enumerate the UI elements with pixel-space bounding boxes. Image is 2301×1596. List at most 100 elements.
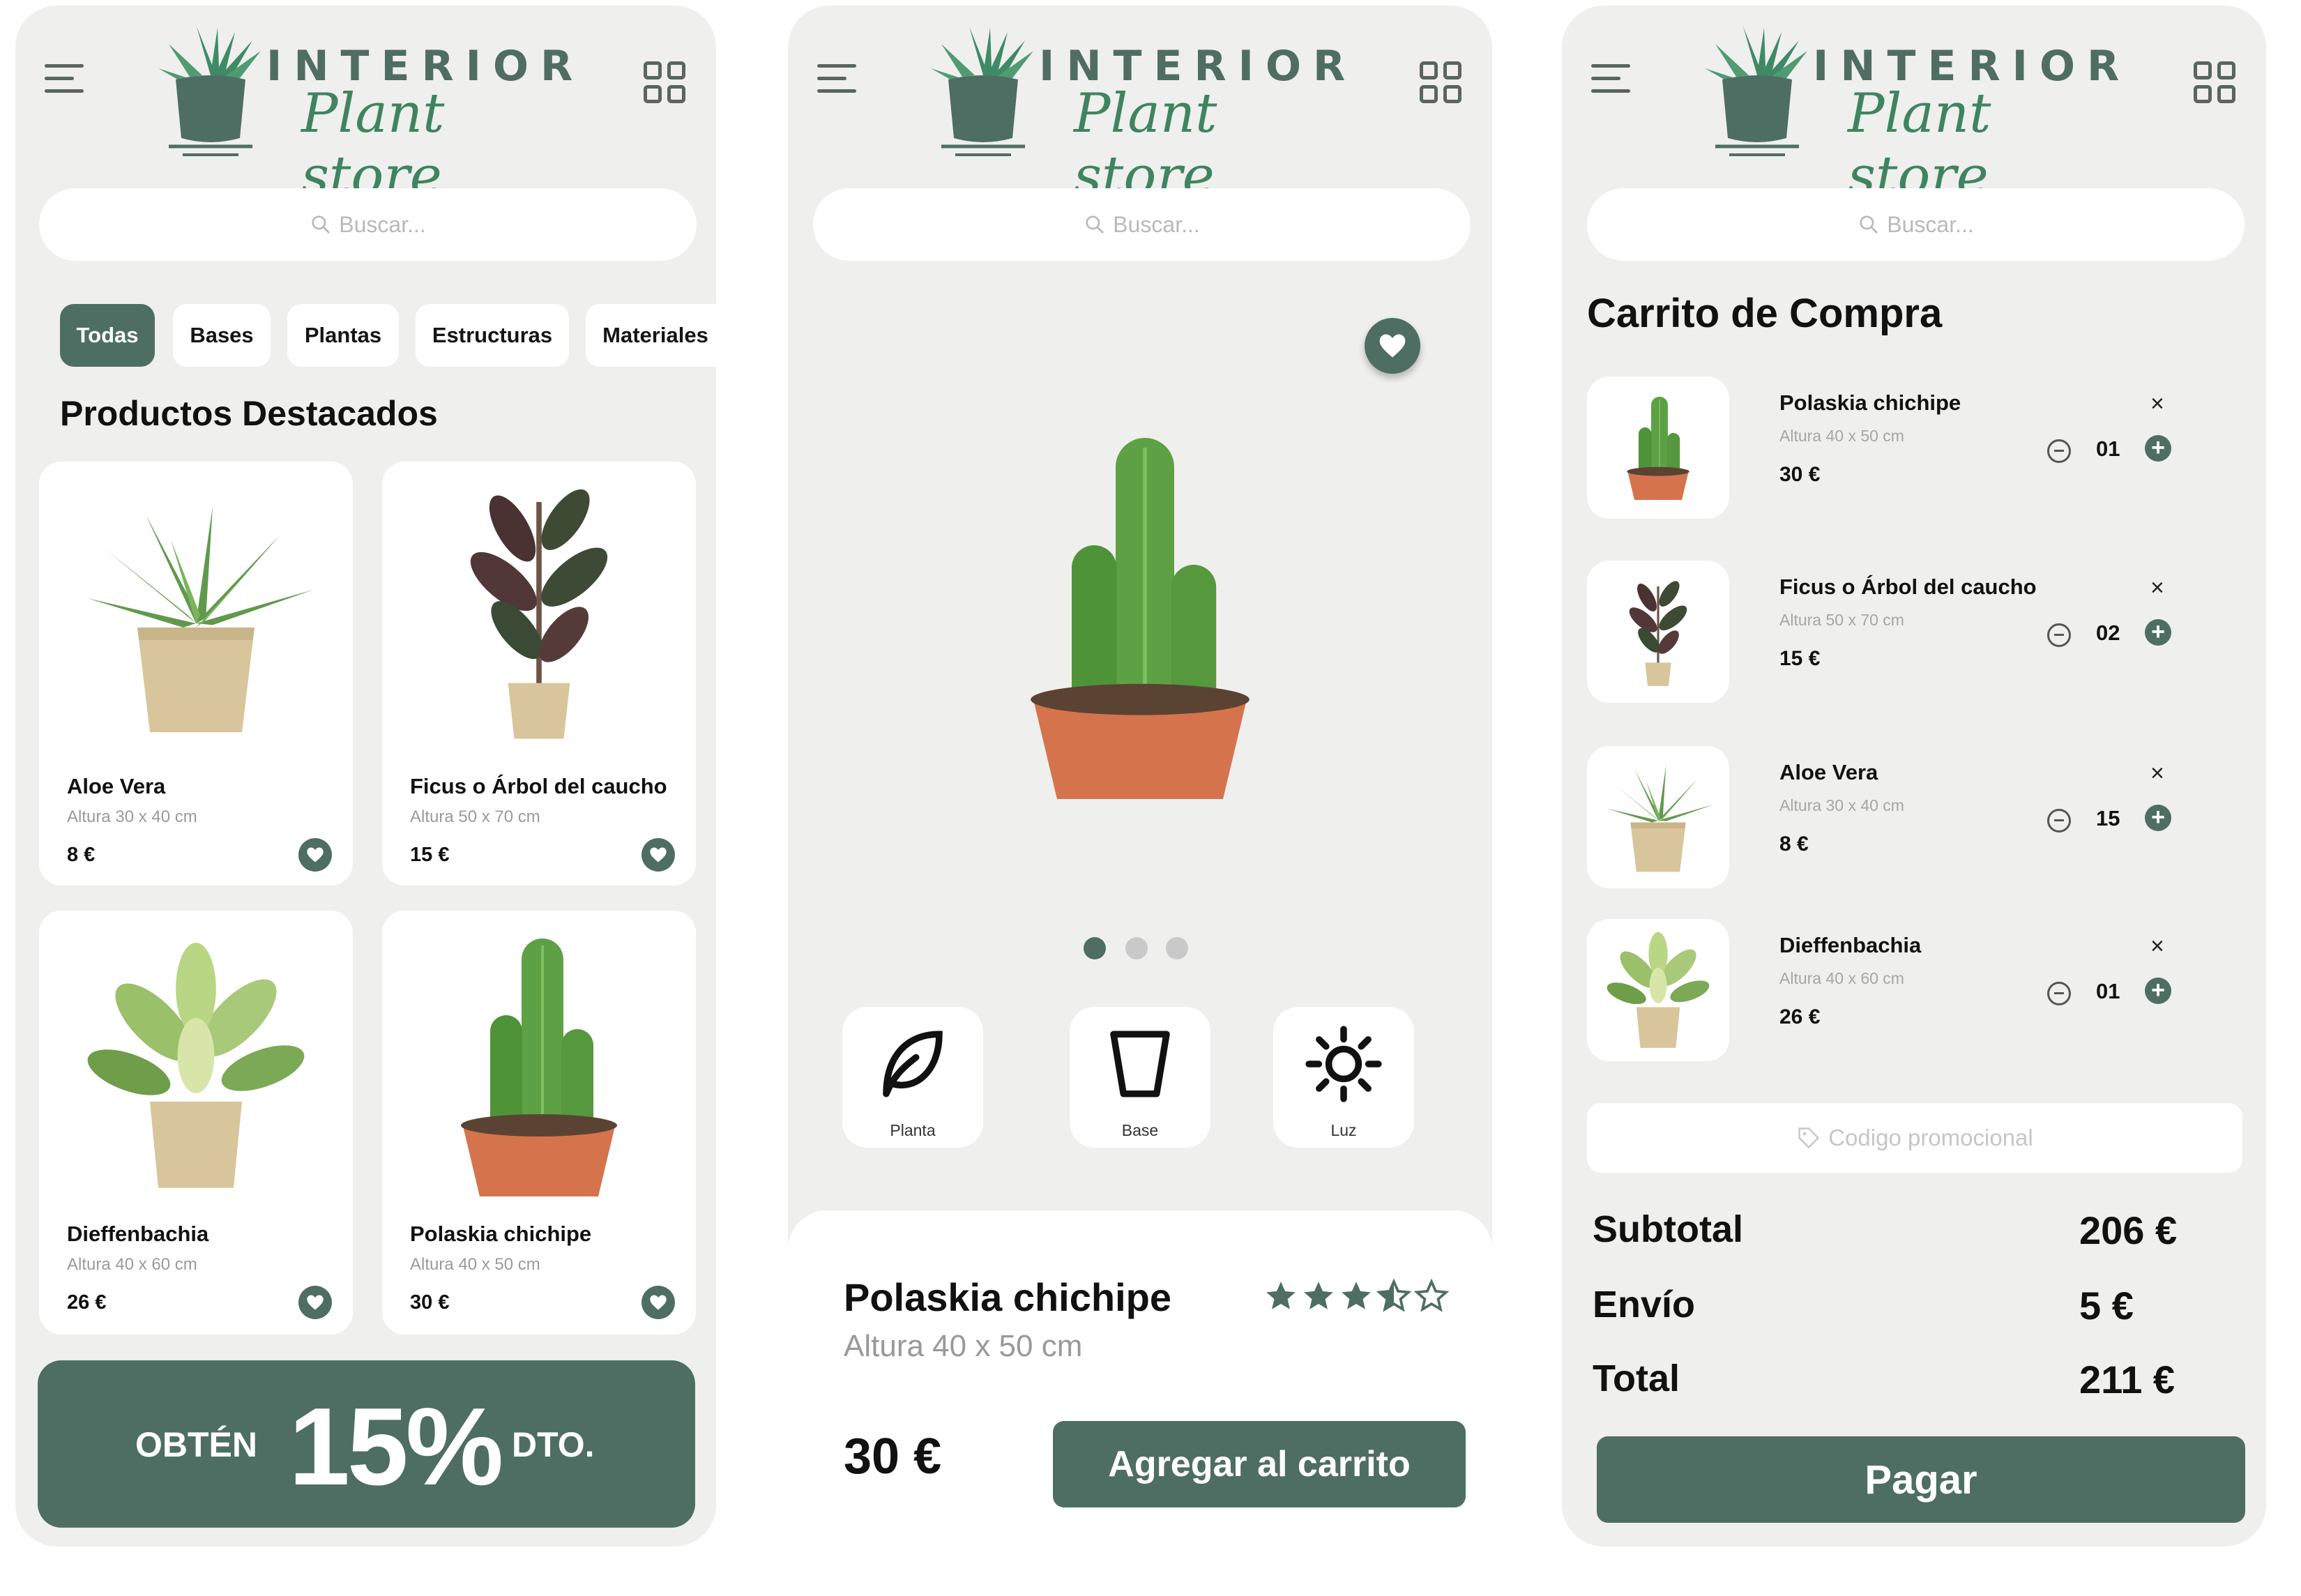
ficus-plant-image [1602, 572, 1714, 690]
product-card-ficus[interactable]: Ficus o Árbol del caucho Altura 50 x 70 … [382, 462, 696, 886]
menu-icon[interactable] [817, 64, 859, 96]
increase-quantity-button[interactable]: + [2145, 435, 2171, 462]
search-bar[interactable]: Buscar... [1587, 188, 2245, 261]
increase-quantity-button[interactable]: + [2145, 619, 2171, 646]
brand-logo: INTERIOR Plant store [927, 26, 1346, 208]
carousel-dot-3[interactable] [1166, 937, 1188, 959]
star-full-icon [1301, 1279, 1336, 1314]
cart-item-thumbnail[interactable] [1587, 746, 1729, 888]
remove-item-button[interactable]: × [2150, 760, 2164, 787]
star-empty-icon [1414, 1279, 1449, 1314]
sun-icon [1305, 1026, 1382, 1102]
cart-item: Dieffenbachia Altura 40 x 60 cm 26 € × 0… [1587, 919, 2242, 1061]
decrease-quantity-button[interactable] [2047, 809, 2071, 833]
remove-item-button[interactable]: × [2150, 933, 2164, 960]
decrease-quantity-button[interactable] [2047, 982, 2071, 1005]
promo-code-input[interactable]: Codigo promocional [1587, 1103, 2242, 1173]
product-price: 30 € [410, 1291, 450, 1314]
discount-banner[interactable]: OBTÉN 15% DTO. [38, 1360, 695, 1528]
plant-logo-icon [1701, 26, 1813, 159]
favorite-button[interactable] [298, 1286, 332, 1319]
tag-icon [1798, 1127, 1819, 1148]
cart-item: Polaskia chichipe Altura 40 x 50 cm 30 €… [1587, 377, 2242, 519]
promo-right-text: DTO. [512, 1425, 595, 1464]
product-card-aloe[interactable]: Aloe Vera Altura 30 x 40 cm 8 € [39, 462, 353, 886]
carousel-dot-1[interactable] [1084, 937, 1106, 959]
heart-icon [305, 1293, 325, 1312]
cart-item-dims: Altura 50 x 70 cm [1779, 611, 1904, 629]
category-chip-bases[interactable]: Bases [173, 304, 271, 367]
cart-item-price: 8 € [1779, 833, 1809, 856]
feature-base[interactable]: Base [1070, 1007, 1210, 1148]
add-to-cart-button[interactable]: Agregar al carrito [1053, 1421, 1466, 1507]
product-dims: Altura 40 x 60 cm [67, 1255, 197, 1274]
search-icon [310, 213, 332, 236]
pay-button[interactable]: Pagar [1597, 1436, 2245, 1523]
search-icon [1858, 213, 1880, 236]
product-price: 30 € [844, 1429, 942, 1484]
promo-percent: 15% [289, 1385, 503, 1508]
increase-quantity-button[interactable]: + [2145, 978, 2171, 1004]
search-bar[interactable]: Buscar... [813, 188, 1471, 261]
feature-planta[interactable]: Planta [842, 1007, 983, 1148]
cart-item: Aloe Vera Altura 30 x 40 cm 8 € × 15 + [1587, 746, 2242, 888]
cart-item-thumbnail[interactable] [1587, 919, 1729, 1061]
star-full-icon [1339, 1279, 1374, 1314]
favorite-button[interactable] [298, 838, 332, 872]
star-half-icon [1376, 1279, 1411, 1314]
cart-item-quantity: 15 [2096, 806, 2120, 830]
cart-item-quantity: 01 [2096, 979, 2120, 1003]
remove-item-button[interactable]: × [2150, 390, 2164, 418]
dieffenbachia-plant-image [70, 938, 321, 1190]
favorite-button[interactable] [1365, 318, 1420, 374]
cart-item-price: 30 € [1779, 463, 1821, 486]
category-chip-estructuras[interactable]: Estructuras [416, 304, 569, 367]
grid-icon[interactable] [1420, 61, 1463, 105]
cart-item-dims: Altura 30 x 40 cm [1779, 796, 1904, 814]
favorite-button[interactable] [641, 1286, 675, 1319]
product-detail-screen: INTERIOR Plant store Buscar... Planta Ba… [788, 6, 1492, 1546]
grid-icon[interactable] [2194, 61, 2237, 105]
product-card-dieffenbachia[interactable]: Dieffenbachia Altura 40 x 60 cm 26 € [39, 911, 353, 1335]
cart-item-quantity: 02 [2096, 621, 2120, 645]
product-price: 8 € [67, 844, 96, 866]
category-chip-plantas[interactable]: Plantas [287, 304, 399, 367]
menu-icon[interactable] [45, 64, 86, 96]
subtotal-value: 206 € [2079, 1208, 2178, 1252]
product-name: Polaskia chichipe [844, 1275, 1171, 1319]
product-dims: Altura 40 x 50 cm [410, 1255, 540, 1274]
catalog-screen: INTERIOR Plant store Buscar... Todas Bas… [15, 6, 716, 1546]
cart-item-dims: Altura 40 x 60 cm [1779, 969, 1904, 987]
shipping-label: Envío [1593, 1284, 1696, 1325]
cart-item-name: Dieffenbachia [1779, 933, 1922, 957]
decrease-quantity-button[interactable] [2047, 439, 2071, 463]
increase-quantity-button[interactable]: + [2145, 805, 2171, 831]
favorite-button[interactable] [641, 838, 675, 872]
plant-logo-icon [155, 26, 266, 159]
cart-item-name: Polaskia chichipe [1779, 390, 1961, 415]
cart-title: Carrito de Compra [1587, 291, 1943, 336]
feature-luz[interactable]: Luz [1273, 1007, 1414, 1148]
category-chip-todas[interactable]: Todas [60, 304, 155, 367]
product-name: Polaskia chichipe [410, 1222, 592, 1246]
search-placeholder: Buscar... [1113, 211, 1200, 237]
search-bar[interactable]: Buscar... [39, 188, 697, 261]
menu-icon[interactable] [1591, 64, 1633, 96]
decrease-quantity-button[interactable] [2047, 623, 2071, 647]
promo-code-placeholder: Codigo promocional [1828, 1125, 2033, 1150]
cart-item: Ficus o Árbol del caucho Altura 50 x 70 … [1587, 561, 2242, 703]
rating-stars [1263, 1279, 1449, 1314]
product-card-polaskia[interactable]: Polaskia chichipe Altura 40 x 50 cm 30 € [382, 911, 696, 1335]
heart-icon [648, 845, 668, 865]
cart-item-quantity: 01 [2096, 436, 2120, 461]
cart-item-thumbnail[interactable] [1587, 561, 1729, 703]
cart-item-dims: Altura 40 x 50 cm [1779, 427, 1904, 445]
heart-icon [1377, 330, 1408, 361]
remove-item-button[interactable]: × [2150, 575, 2164, 602]
grid-icon[interactable] [644, 61, 687, 105]
aloe-plant-image [1599, 757, 1717, 876]
section-title: Productos Destacados [60, 394, 438, 433]
category-chip-materiales[interactable]: Materiales [586, 304, 716, 367]
cart-item-thumbnail[interactable] [1587, 377, 1729, 519]
carousel-dot-2[interactable] [1125, 937, 1148, 959]
